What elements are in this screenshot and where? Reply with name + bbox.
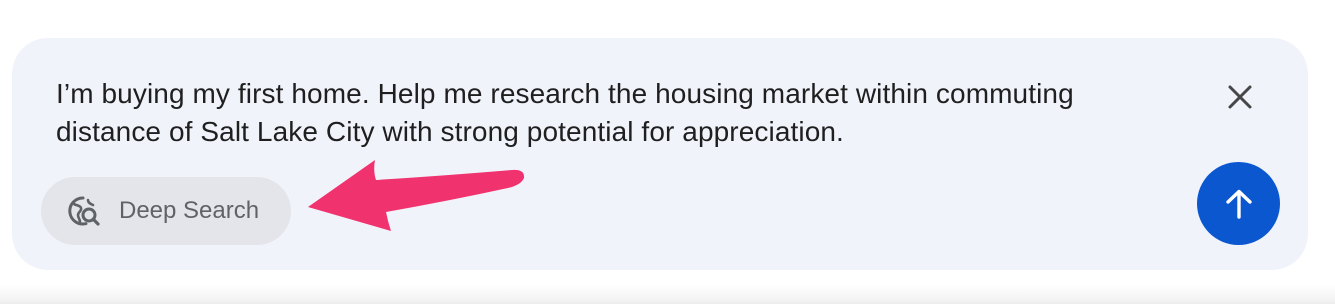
prompt-text[interactable]: I’m buying my first home. Help me resear… bbox=[56, 75, 1176, 151]
close-icon bbox=[1228, 85, 1252, 109]
send-button[interactable] bbox=[1197, 162, 1280, 245]
clear-prompt-button[interactable] bbox=[1219, 76, 1261, 118]
deep-search-icon bbox=[68, 196, 100, 226]
deep-search-chip[interactable]: Deep Search bbox=[41, 177, 291, 245]
prompt-card: I’m buying my first home. Help me resear… bbox=[12, 38, 1308, 270]
deep-search-label: Deep Search bbox=[119, 197, 260, 224]
screenshot-stage: I’m buying my first home. Help me resear… bbox=[0, 0, 1335, 304]
arrow-up-icon bbox=[1225, 189, 1252, 219]
